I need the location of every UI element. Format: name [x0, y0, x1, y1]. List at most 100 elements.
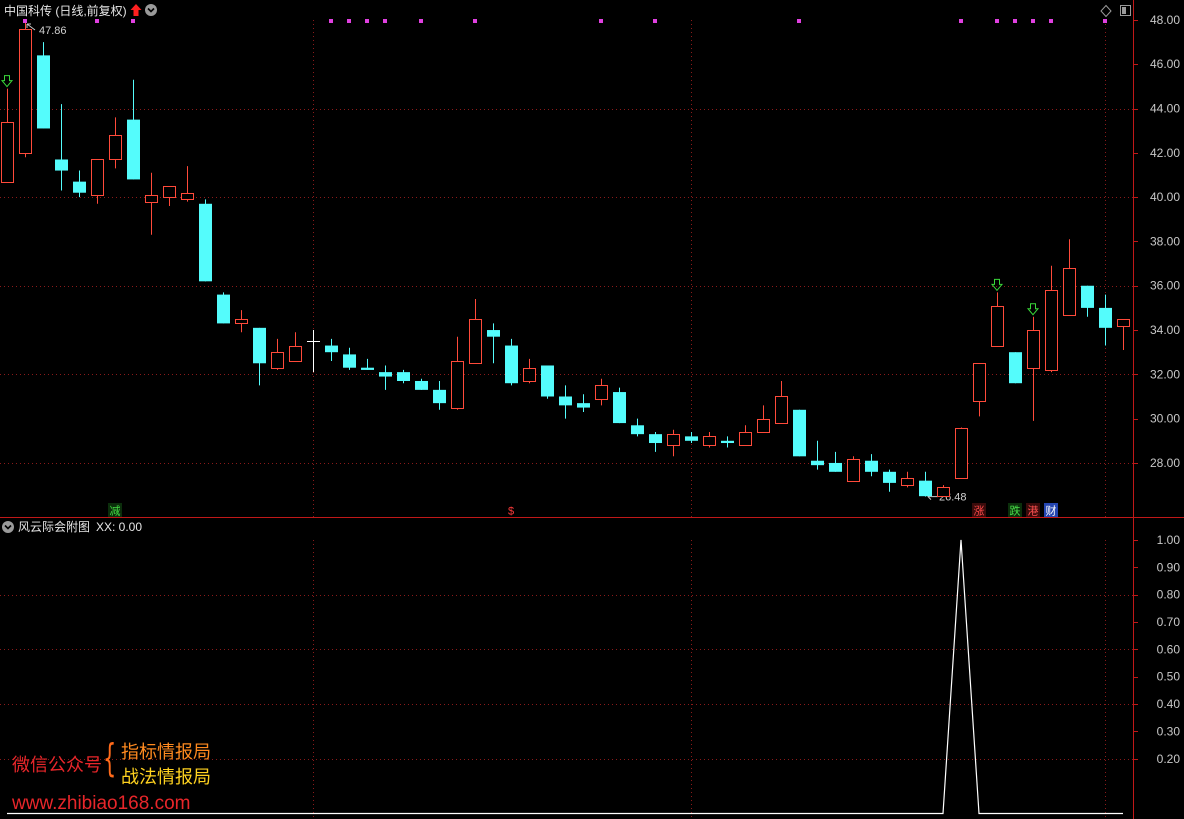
candle-body-up — [901, 478, 914, 486]
candle[interactable] — [73, 170, 86, 198]
candle[interactable] — [757, 405, 770, 433]
candle[interactable] — [811, 440, 824, 470]
candle[interactable] — [217, 292, 230, 324]
candle[interactable] — [199, 199, 212, 282]
signal-down-arrow-icon — [1026, 303, 1040, 316]
chevron-down-circle-icon[interactable] — [2, 521, 14, 533]
candle[interactable] — [685, 431, 698, 444]
candle[interactable] — [721, 436, 734, 448]
candle[interactable] — [1, 88, 14, 183]
signal-badge[interactable]: 减 — [108, 503, 122, 518]
price-axis-label: 44.00 — [1150, 102, 1180, 116]
price-axis-label: 36.00 — [1150, 279, 1180, 293]
candle[interactable] — [19, 23, 32, 158]
candle[interactable] — [1081, 285, 1094, 317]
chevron-down-circle-icon[interactable] — [145, 4, 157, 16]
candle[interactable] — [433, 380, 446, 410]
candle[interactable] — [739, 425, 752, 446]
candle[interactable] — [901, 471, 914, 488]
candle[interactable] — [649, 431, 662, 452]
signal-badge[interactable]: 港 — [1026, 503, 1040, 518]
candle[interactable] — [955, 427, 968, 479]
candle-body-down — [505, 345, 518, 384]
candle[interactable] — [181, 166, 194, 202]
top-signal-marker — [473, 19, 477, 23]
candle[interactable] — [847, 456, 860, 482]
candle-body-down — [379, 372, 392, 377]
candle[interactable] — [595, 378, 608, 406]
candle[interactable] — [271, 338, 284, 370]
candle[interactable] — [1063, 239, 1076, 316]
candle[interactable] — [793, 409, 806, 457]
candle[interactable] — [307, 330, 320, 373]
candle[interactable] — [973, 363, 986, 417]
candle[interactable] — [379, 365, 392, 390]
candle[interactable] — [613, 387, 626, 424]
candle[interactable] — [667, 429, 680, 457]
candle-body-down — [253, 327, 266, 364]
signal-badge[interactable]: $ — [504, 503, 518, 518]
candle[interactable] — [235, 310, 248, 333]
candle[interactable] — [559, 385, 572, 419]
candle[interactable] — [55, 104, 68, 191]
candle-body-up — [847, 459, 860, 482]
candle[interactable] — [523, 358, 536, 384]
candle-body-up — [469, 319, 482, 364]
candle[interactable] — [343, 347, 356, 370]
candle[interactable] — [937, 485, 950, 497]
candle[interactable] — [883, 469, 896, 492]
candle-body-up — [235, 319, 248, 324]
candle[interactable] — [469, 299, 482, 364]
candle[interactable] — [289, 332, 302, 362]
candle[interactable] — [829, 451, 842, 472]
signal-badge[interactable]: 涨 — [972, 503, 986, 518]
candle-body-up — [271, 352, 284, 369]
candlestick-series[interactable] — [1, 23, 1130, 497]
arrow-up-icon[interactable] — [130, 4, 142, 16]
candle[interactable] — [163, 186, 176, 207]
candle[interactable] — [505, 338, 518, 386]
candle[interactable] — [703, 431, 716, 448]
candle[interactable] — [487, 323, 500, 364]
candle[interactable] — [1045, 265, 1058, 373]
candle[interactable] — [919, 471, 932, 497]
candle[interactable] — [1117, 318, 1130, 350]
top-signal-marker — [1013, 19, 1017, 23]
signal-badge[interactable]: 跌 — [1008, 503, 1022, 518]
candle[interactable] — [865, 454, 878, 477]
candle[interactable] — [127, 79, 140, 180]
candle[interactable] — [397, 369, 410, 384]
candle[interactable] — [577, 394, 590, 413]
candle[interactable] — [1099, 294, 1112, 346]
candle-body-down — [1009, 352, 1022, 384]
candle[interactable] — [415, 378, 428, 390]
candle[interactable] — [37, 42, 50, 129]
candle[interactable] — [631, 418, 644, 437]
signal-badge[interactable]: 财 — [1044, 503, 1058, 518]
candle[interactable] — [253, 327, 266, 386]
candle[interactable] — [109, 117, 122, 169]
candle[interactable] — [91, 159, 104, 204]
candle-body-up — [1117, 319, 1130, 327]
candle-body-up — [523, 368, 536, 382]
candle[interactable] — [991, 292, 1004, 347]
candle[interactable] — [325, 338, 338, 362]
candle-body-up — [109, 135, 122, 160]
layout-icon[interactable] — [1120, 5, 1131, 16]
candle[interactable] — [1009, 352, 1022, 384]
candle[interactable] — [451, 336, 464, 410]
candle-body-down — [73, 181, 86, 193]
diamond-icon[interactable] — [1100, 4, 1112, 18]
candle-body-down — [793, 409, 806, 457]
candle[interactable] — [775, 380, 788, 424]
candle[interactable] — [1027, 316, 1040, 421]
candle-body-down — [199, 203, 212, 282]
top-signal-marker — [797, 19, 801, 23]
candle[interactable] — [361, 358, 374, 370]
signal-badge-text: 跌 — [1010, 504, 1021, 518]
top-signal-marker — [347, 19, 351, 23]
stock-title: 中国科传 (日线,前复权) — [4, 3, 127, 18]
candle[interactable] — [541, 365, 554, 399]
candle[interactable] — [145, 172, 158, 235]
candle-body-down — [397, 372, 410, 381]
